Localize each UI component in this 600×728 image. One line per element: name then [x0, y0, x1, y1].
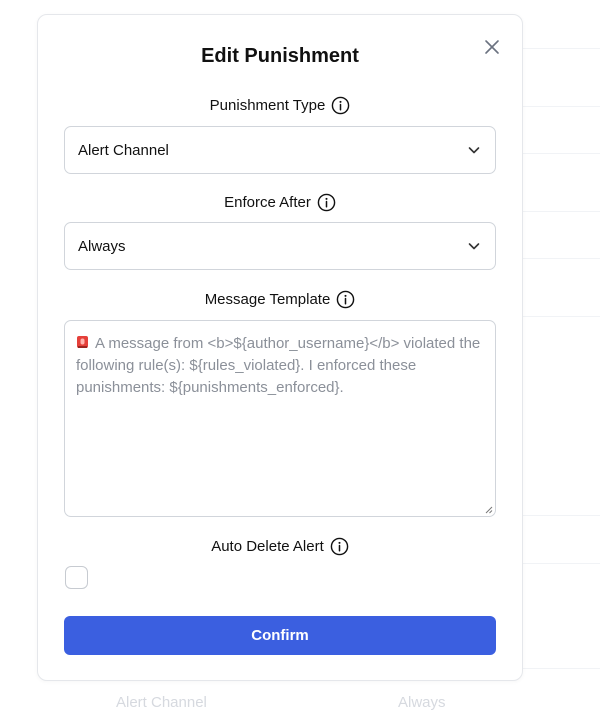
message-template-label: Message Template — [204, 291, 331, 308]
background-cell: Alert Channel — [116, 693, 207, 711]
auto-delete-label-row: Auto Delete Alert — [38, 537, 522, 556]
chevron-down-icon — [468, 147, 480, 154]
auto-delete-label: Auto Delete Alert — [211, 538, 324, 555]
auto-delete-checkbox[interactable] — [65, 566, 88, 589]
message-template-label-row: Message Template — [38, 290, 522, 309]
background-cell: Always — [398, 693, 446, 711]
info-icon[interactable] — [331, 96, 350, 115]
edit-punishment-modal: Edit Punishment Punishment Type Alert Ch… — [37, 14, 523, 681]
punishment-type-label: Punishment Type — [209, 97, 326, 114]
info-icon[interactable] — [330, 537, 349, 556]
rotating-light-icon — [77, 336, 88, 348]
enforce-after-select[interactable]: Always — [64, 222, 496, 270]
modal-title: Edit Punishment — [201, 45, 359, 67]
enforce-after-value: Always — [78, 237, 126, 255]
enforce-after-label-row: Enforce After — [38, 193, 522, 212]
punishment-type-select[interactable]: Alert Channel — [64, 126, 496, 174]
resize-handle-icon[interactable] — [483, 504, 493, 514]
message-template-textarea[interactable]: A message from <b>${author_username}</b>… — [64, 320, 496, 517]
info-icon[interactable] — [336, 290, 355, 309]
enforce-after-label: Enforce After — [224, 194, 311, 211]
confirm-button[interactable]: Confirm — [64, 616, 496, 655]
punishment-type-label-row: Punishment Type — [38, 96, 522, 115]
punishment-type-value: Alert Channel — [78, 141, 169, 159]
chevron-down-icon — [468, 243, 480, 250]
info-icon[interactable] — [317, 193, 336, 212]
message-template-placeholder: A message from <b>${author_username}</b>… — [76, 335, 481, 396]
background-table-row: Alert Channel Always — [116, 688, 600, 716]
